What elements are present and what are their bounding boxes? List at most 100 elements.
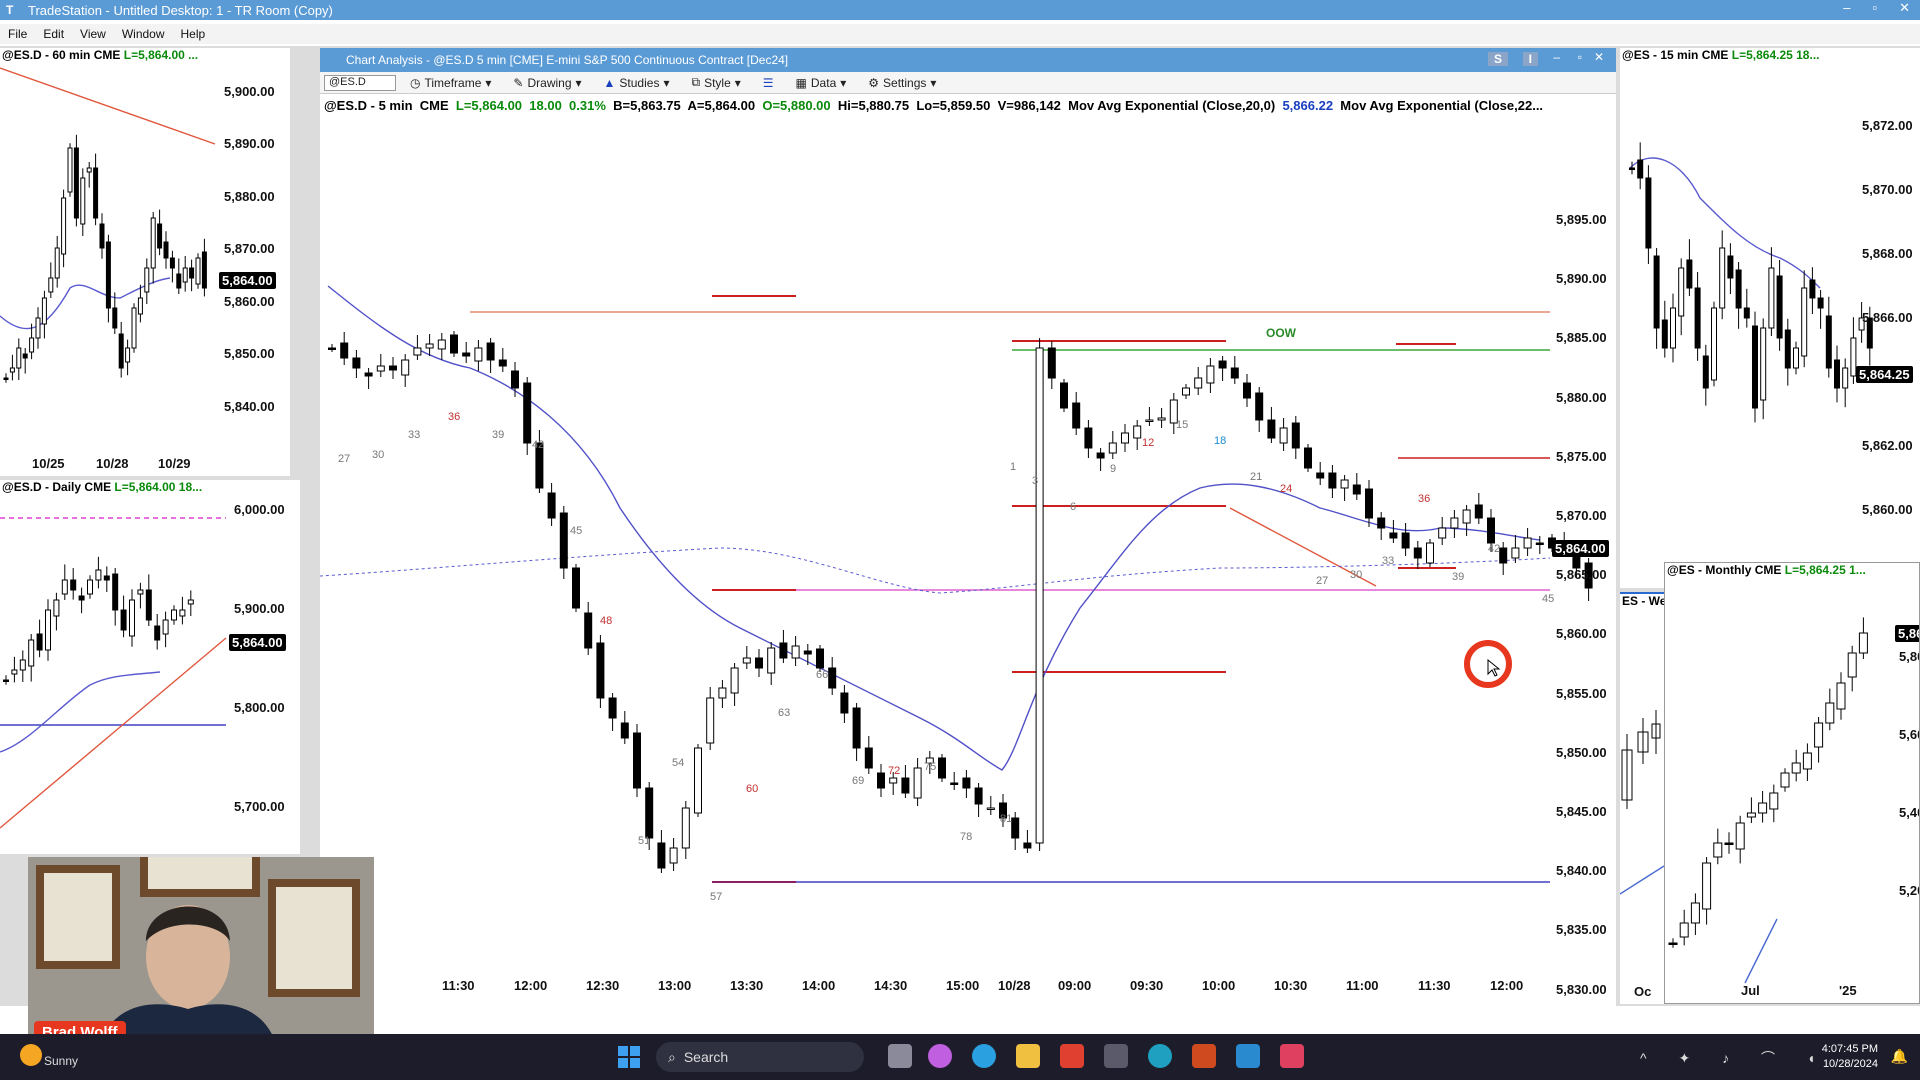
bar-count-label: 66 <box>816 669 828 681</box>
chart-15min[interactable]: @ES - 15 min CME L=5,864.25 18... 5,872.… <box>1620 48 1920 588</box>
snipping-tool-icon[interactable] <box>1280 1044 1304 1068</box>
chart-monthly[interactable]: @ES - Monthly CME L=5,864.25 1... 5,86 5… <box>1664 562 1920 1004</box>
candle <box>669 847 678 864</box>
chart-daily-plot[interactable] <box>0 480 300 854</box>
candle <box>511 370 519 389</box>
trendline <box>1744 918 1778 984</box>
candle <box>1702 862 1712 910</box>
candle <box>852 707 861 749</box>
menu-file[interactable]: File <box>0 27 35 41</box>
y-label: 5,830.00 <box>1556 981 1607 997</box>
chart-5min-main[interactable]: Chart Analysis - @ES.D 5 min [CME] E-min… <box>320 48 1616 1006</box>
chart-monthly-plot[interactable] <box>1665 563 1920 1004</box>
tray-icons[interactable]: ^ ✦ ♪ ⌒ ◖ <box>1640 1048 1829 1068</box>
candle <box>1035 347 1044 844</box>
candle <box>1791 762 1801 774</box>
candle <box>45 609 51 651</box>
powerpoint-icon[interactable] <box>1192 1044 1216 1068</box>
copilot-icon[interactable] <box>928 1044 952 1068</box>
y-label: 6,000.00 <box>234 502 285 517</box>
candle <box>70 579 77 591</box>
ema-20-line <box>327 285 1541 771</box>
candle <box>73 147 79 219</box>
system-clock[interactable]: 4:07:45 PM 10/28/2024 <box>1822 1042 1878 1072</box>
candle <box>559 512 568 569</box>
candle <box>1814 722 1824 748</box>
candle <box>1735 822 1745 850</box>
candle <box>1267 419 1276 439</box>
bar-count-label: 9 <box>1110 463 1116 475</box>
candle <box>1645 177 1652 249</box>
bar-count-label: 21 <box>1250 471 1262 483</box>
minimize-button[interactable]: – <box>1843 0 1850 16</box>
y-label: 5,845.00 <box>1556 804 1607 819</box>
moving-average-line <box>0 671 161 753</box>
candle <box>1629 167 1635 170</box>
telegram-icon[interactable] <box>972 1044 996 1068</box>
candle <box>99 223 105 249</box>
bar-count-label: 72 <box>888 765 900 777</box>
calculator-icon[interactable] <box>1104 1044 1128 1068</box>
candle <box>986 807 995 810</box>
candle <box>1809 279 1816 299</box>
menu-view[interactable]: View <box>72 27 114 41</box>
candle <box>169 257 175 269</box>
candle <box>913 767 922 799</box>
x-label: Oc <box>1634 984 1652 999</box>
candle <box>1776 275 1783 339</box>
x-label: 10/25 <box>32 456 65 471</box>
x-label: '25 <box>1839 983 1857 998</box>
menu-help[interactable]: Help <box>173 27 214 41</box>
candle <box>182 267 188 283</box>
bar-count-label: 45 <box>1542 593 1554 605</box>
bar-count-label: 15 <box>1176 419 1188 431</box>
start-icon[interactable] <box>618 1046 640 1068</box>
y-label: 5,872.00 <box>1862 118 1913 133</box>
chart-weekly[interactable]: ES - We Oc <box>1620 592 1664 1004</box>
file-explorer-icon[interactable] <box>1016 1044 1040 1068</box>
tradestation-icon[interactable] <box>1236 1044 1260 1068</box>
bar-count-label: 12 <box>1142 437 1154 449</box>
x-label: 10:30 <box>1274 978 1308 993</box>
candle <box>1072 402 1081 429</box>
candle <box>1780 772 1790 788</box>
bar-count-label: 33 <box>1382 555 1394 567</box>
app-red-icon[interactable] <box>1060 1044 1084 1068</box>
maximize-button[interactable]: ▫ <box>1872 0 1877 16</box>
notification-bell-icon[interactable]: 🔔 <box>1891 1048 1908 1065</box>
menu-edit[interactable]: Edit <box>35 27 72 41</box>
candle <box>681 807 690 849</box>
candle <box>755 657 763 669</box>
candle <box>779 642 788 659</box>
candle <box>376 365 385 372</box>
candle <box>901 777 910 794</box>
candle <box>1218 360 1227 369</box>
chart-60min[interactable]: @ES.D - 60 min CME L=5,864.00 ... 5,900.… <box>0 48 290 476</box>
candle <box>125 347 131 363</box>
close-button[interactable]: ✕ <box>1899 0 1910 16</box>
task-view-icon[interactable] <box>888 1044 912 1068</box>
chart-weekly-plot[interactable] <box>1620 594 1664 1004</box>
candle <box>1523 537 1532 549</box>
y-label: 5,900.00 <box>234 601 285 616</box>
bar-count-label: 24 <box>1280 483 1292 495</box>
candle <box>176 273 182 289</box>
edge-icon[interactable] <box>1148 1044 1172 1068</box>
chart-5min-plot[interactable]: 27 303336394245485154576063666972 75788113… <box>320 48 1616 1006</box>
bar-count-label: 51 <box>638 835 650 847</box>
candle <box>1801 287 1808 357</box>
weather-icon[interactable] <box>20 1044 42 1066</box>
candle <box>1328 472 1337 489</box>
chart-daily[interactable]: @ES.D - Daily CME L=5,864.00 18... 6,000… <box>0 480 300 854</box>
menu-window[interactable]: Window <box>114 27 173 41</box>
taskbar-search[interactable]: ⌕ Search <box>656 1042 864 1072</box>
candle <box>187 599 194 605</box>
candle <box>144 267 150 293</box>
candle <box>1668 942 1678 945</box>
x-label: 10/28 <box>998 978 1031 993</box>
candle <box>1145 419 1154 422</box>
y-label: 5,862.00 <box>1862 438 1913 453</box>
x-label: 10:00 <box>1202 978 1236 993</box>
x-label: Jul <box>1741 983 1760 998</box>
x-label: 13:00 <box>658 978 692 993</box>
